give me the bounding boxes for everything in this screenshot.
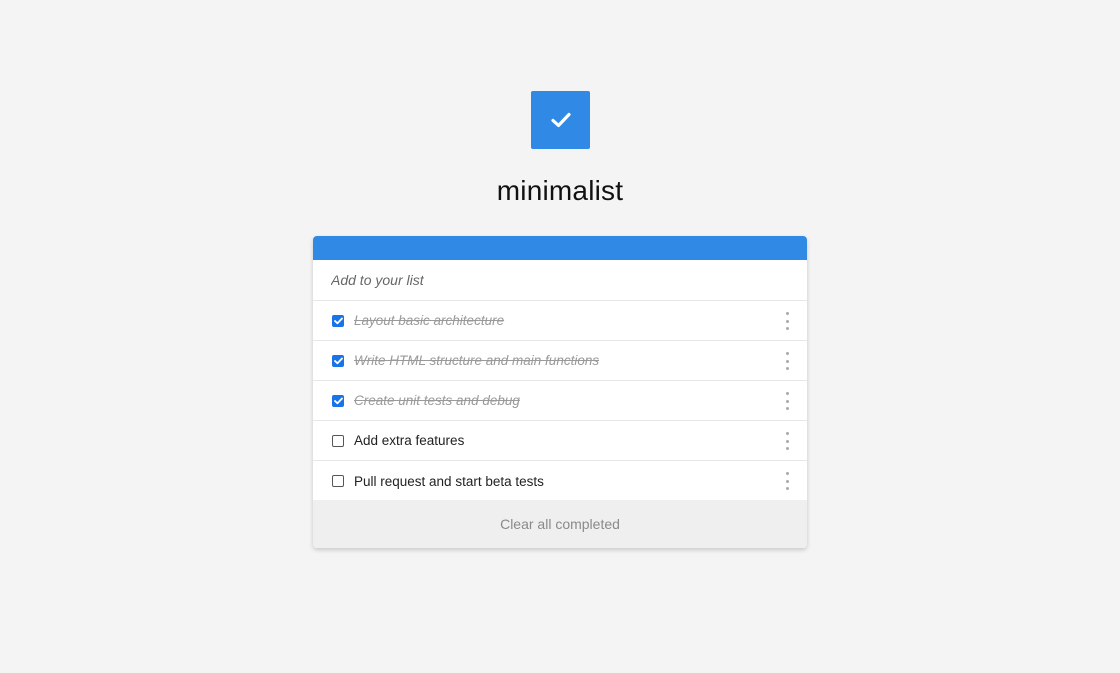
todo-item: Create unit tests and debug	[313, 381, 807, 421]
todo-checkbox[interactable]	[332, 394, 344, 407]
card-header-bar	[313, 236, 807, 260]
todo-checkbox[interactable]	[332, 314, 344, 327]
card-footer: Clear all completed	[313, 500, 807, 548]
more-options-icon[interactable]	[785, 432, 789, 450]
todo-label: Create unit tests and debug	[354, 393, 520, 408]
checkmark-icon	[550, 112, 571, 128]
more-options-icon[interactable]	[785, 472, 789, 490]
todo-label: Add extra features	[354, 433, 465, 448]
check-icon	[333, 397, 343, 404]
app-logo	[531, 91, 590, 149]
todo-checkbox[interactable]	[332, 354, 344, 367]
add-todo-input[interactable]	[313, 260, 807, 301]
todo-checkbox[interactable]	[332, 434, 344, 447]
todo-item: Pull request and start beta tests	[313, 461, 807, 501]
todo-checkbox[interactable]	[332, 475, 344, 487]
todo-label: Write HTML structure and main functions	[354, 353, 600, 368]
more-options-icon[interactable]	[785, 352, 789, 370]
check-icon	[333, 357, 343, 364]
todo-card: Layout basic architecture Write HTML str…	[313, 236, 807, 548]
more-options-icon[interactable]	[785, 312, 789, 330]
todo-item: Write HTML structure and main functions	[313, 341, 807, 381]
todo-list: Layout basic architecture Write HTML str…	[313, 301, 807, 501]
todo-item: Layout basic architecture	[313, 301, 807, 341]
clear-completed-button[interactable]: Clear all completed	[500, 516, 620, 532]
todo-label: Pull request and start beta tests	[354, 473, 544, 489]
todo-item: Add extra features	[313, 421, 807, 461]
app-title: minimalist	[496, 175, 624, 206]
more-options-icon[interactable]	[785, 392, 789, 410]
todo-label: Layout basic architecture	[354, 313, 505, 328]
check-icon	[333, 317, 343, 324]
